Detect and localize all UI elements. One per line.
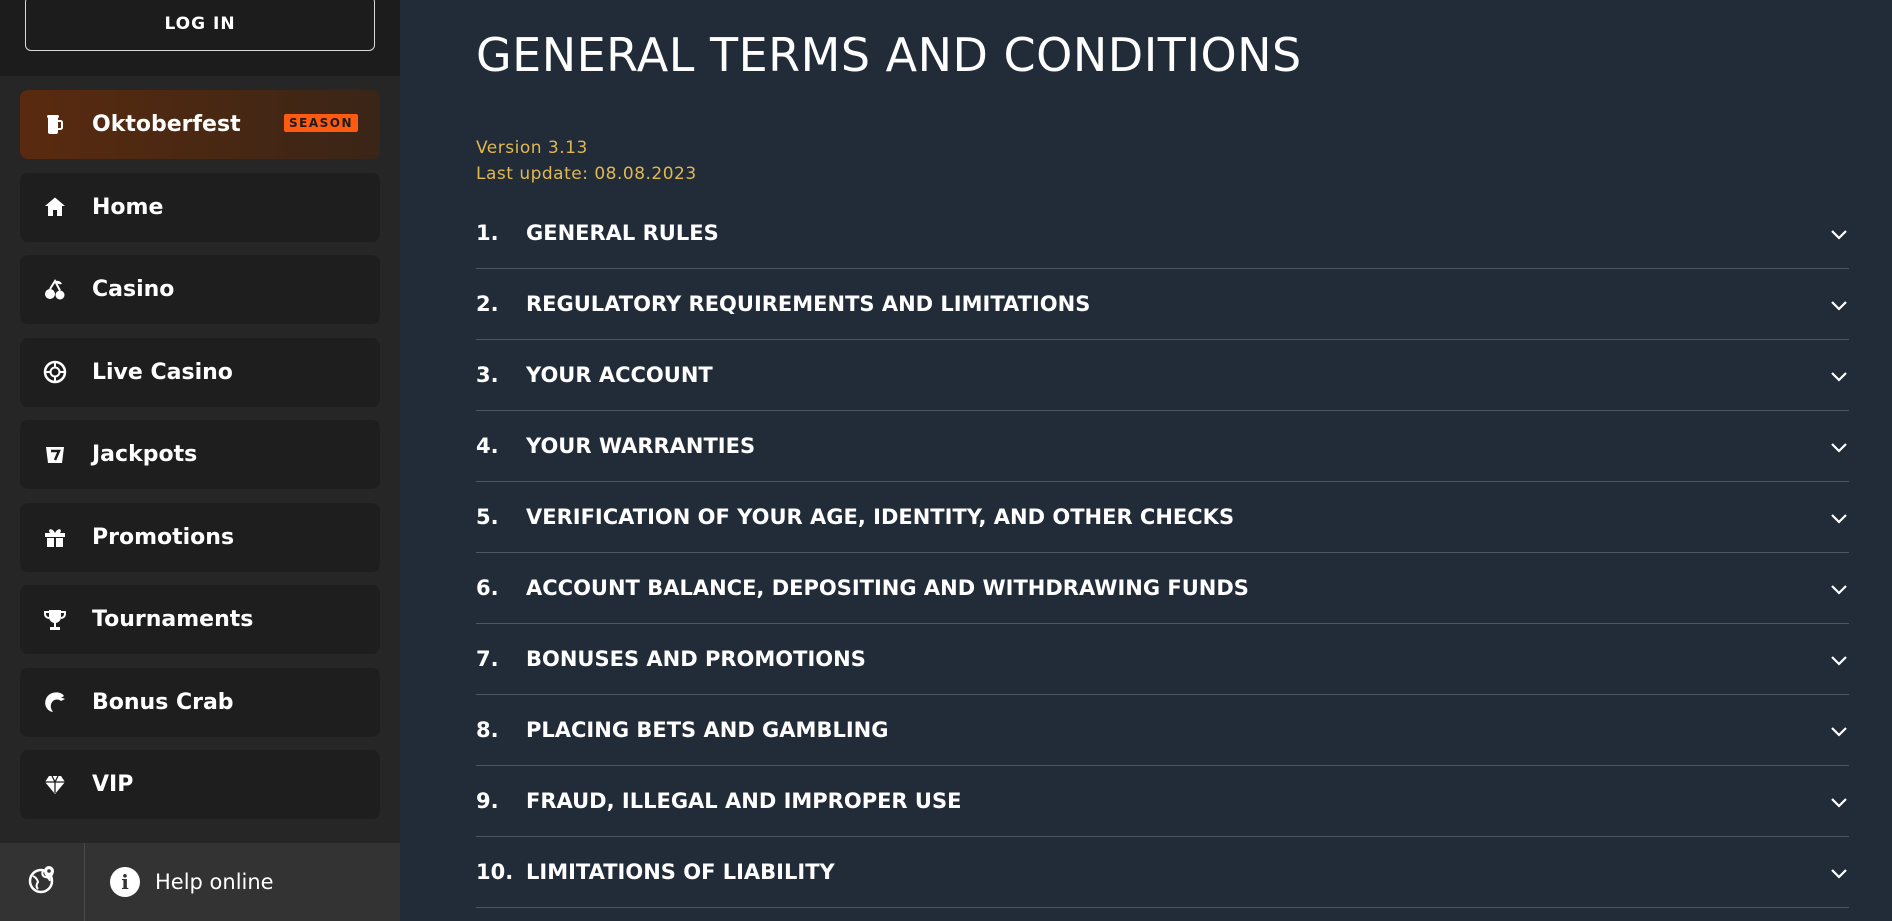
chevron-down-icon [1829, 366, 1849, 386]
section-number: 2. [476, 292, 499, 316]
sidebar-item-label: Bonus Crab [92, 689, 234, 715]
sidebar-item-label: Promotions [92, 524, 235, 550]
chevron-down-icon [1829, 721, 1849, 741]
accordion-section-7[interactable]: 7. BONUSES AND PROMOTIONS [476, 624, 1849, 695]
sidebar-item-oktoberfest[interactable]: Oktoberfest SEASON [20, 90, 380, 159]
accordion-section-6[interactable]: 6. ACCOUNT BALANCE, DEPOSITING AND WITHD… [476, 553, 1849, 624]
beer-mug-icon [42, 112, 68, 138]
sidebar-item-label: Tournaments [92, 607, 254, 632]
accordion-section-9[interactable]: 9. FRAUD, ILLEGAL AND IMPROPER USE [476, 766, 1849, 837]
section-title: REGULATORY REQUIREMENTS AND LIMITATIONS [526, 292, 1091, 316]
sidebar-item-tournaments[interactable]: Tournaments [20, 585, 380, 654]
sidebar-item-label: Home [92, 194, 164, 220]
sidebar: LOG IN Oktoberfest SEASON Home Casino Li… [0, 0, 400, 921]
section-number: 5. [476, 505, 499, 529]
info-icon: i [110, 867, 140, 897]
version-info: Version 3.13 Last update: 08.08.2023 [476, 135, 697, 187]
section-number: 9. [476, 789, 499, 813]
section-title: PLACING BETS AND GAMBLING [526, 718, 889, 742]
section-title: ACCOUNT BALANCE, DEPOSITING AND WITHDRAW… [526, 576, 1249, 600]
chevron-down-icon [1829, 508, 1849, 528]
sidebar-item-casino[interactable]: Casino [20, 255, 380, 324]
chevron-down-icon [1829, 650, 1849, 670]
sidebar-footer: i Help online [0, 843, 400, 921]
chevron-down-icon [1829, 224, 1849, 244]
section-title: LIMITATIONS OF LIABILITY [526, 860, 835, 884]
sidebar-item-label: Jackpots [92, 442, 198, 467]
diamond-icon [42, 772, 68, 798]
gift-icon [42, 524, 68, 550]
accordion-section-2[interactable]: 2. REGULATORY REQUIREMENTS AND LIMITATIO… [476, 269, 1849, 340]
cherries-icon [42, 277, 68, 303]
section-number: 6. [476, 576, 499, 600]
last-update-text: Last update: 08.08.2023 [476, 164, 697, 184]
sidebar-item-live-casino[interactable]: Live Casino [20, 337, 380, 407]
sidebar-item-promotions[interactable]: Promotions [20, 502, 380, 572]
chevron-down-icon [1829, 295, 1849, 315]
help-online-button[interactable]: i Help online [110, 867, 274, 897]
sidebar-item-label: Live Casino [92, 359, 233, 385]
accordion-section-4[interactable]: 4. YOUR WARRANTIES [476, 411, 1849, 482]
chevron-down-icon [1829, 579, 1849, 599]
accordion-section-10[interactable]: 10. LIMITATIONS OF LIABILITY [476, 837, 1849, 908]
section-number: 7. [476, 647, 499, 671]
accordion-section-5[interactable]: 5. VERIFICATION OF YOUR AGE, IDENTITY, A… [476, 482, 1849, 553]
sidebar-menu: Oktoberfest SEASON Home Casino Live Casi… [20, 90, 380, 833]
section-title: VERIFICATION OF YOUR AGE, IDENTITY, AND … [526, 505, 1235, 529]
help-online-label: Help online [155, 870, 274, 894]
season-badge: SEASON [283, 114, 358, 132]
chevron-down-icon [1829, 792, 1849, 812]
section-number: 4. [476, 434, 499, 458]
sidebar-item-label: VIP [92, 772, 134, 797]
chevron-down-icon [1829, 437, 1849, 457]
section-title: YOUR WARRANTIES [526, 434, 756, 458]
trophy-icon [42, 607, 68, 633]
page-title: GENERAL TERMS AND CONDITIONS [476, 28, 1302, 82]
poker-chip-icon [42, 359, 68, 385]
section-title: YOUR ACCOUNT [526, 363, 713, 387]
accordion-section-8[interactable]: 8. PLACING BETS AND GAMBLING [476, 695, 1849, 766]
crab-claw-icon [42, 689, 68, 715]
login-area: LOG IN [0, 0, 400, 76]
main-content: GENERAL TERMS AND CONDITIONS Version 3.1… [400, 0, 1892, 921]
login-button[interactable]: LOG IN [25, 0, 375, 51]
version-text: Version 3.13 [476, 138, 588, 158]
slot-seven-icon [42, 442, 68, 468]
sidebar-item-label: Casino [92, 277, 175, 302]
accordion-section-3[interactable]: 3. YOUR ACCOUNT [476, 340, 1849, 411]
sidebar-item-bonus-crab[interactable]: Bonus Crab [20, 667, 380, 737]
section-number: 8. [476, 718, 499, 742]
language-button[interactable] [0, 843, 85, 921]
section-title: BONUSES AND PROMOTIONS [526, 647, 866, 671]
sidebar-item-jackpots[interactable]: Jackpots [20, 420, 380, 489]
sidebar-item-vip[interactable]: VIP [20, 750, 380, 819]
section-title: FRAUD, ILLEGAL AND IMPROPER USE [526, 789, 962, 813]
section-title: GENERAL RULES [526, 221, 719, 245]
globe-pin-icon [27, 865, 57, 899]
section-number: 3. [476, 363, 499, 387]
section-number: 1. [476, 221, 499, 245]
sidebar-item-label: Oktoberfest [92, 112, 241, 137]
sidebar-item-home[interactable]: Home [20, 172, 380, 242]
terms-sections: 1. GENERAL RULES 2. REGULATORY REQUIREME… [476, 198, 1849, 908]
home-icon [42, 194, 68, 220]
accordion-section-1[interactable]: 1. GENERAL RULES [476, 198, 1849, 269]
chevron-down-icon [1829, 863, 1849, 883]
section-number: 10. [476, 860, 514, 884]
